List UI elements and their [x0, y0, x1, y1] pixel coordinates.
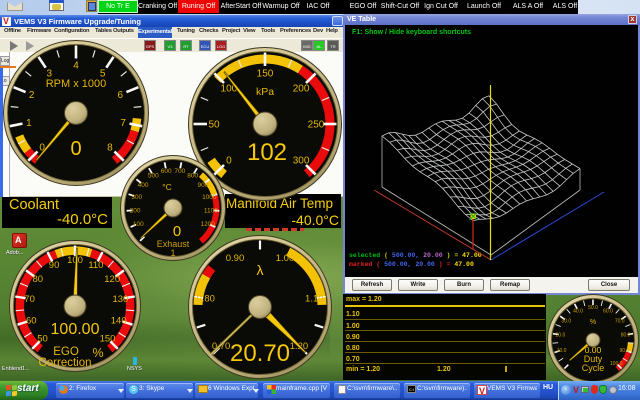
svg-text:250: 250: [308, 119, 325, 130]
svg-text:0: 0: [173, 223, 181, 240]
svg-text:7: 7: [120, 118, 126, 129]
svg-text:102: 102: [247, 139, 287, 166]
svg-text:700: 700: [174, 168, 185, 175]
svg-text:1.10: 1.10: [305, 294, 324, 305]
svg-text:140: 140: [111, 315, 127, 326]
svg-text:1000: 1000: [202, 194, 217, 201]
svg-text:110: 110: [88, 260, 103, 271]
svg-text:2: 2: [29, 90, 35, 101]
svg-text:80.0: 80.0: [621, 333, 631, 339]
svg-text:130: 130: [112, 294, 128, 305]
svg-text:8: 8: [107, 142, 113, 153]
svg-text:1: 1: [26, 118, 32, 129]
svg-text:Correction: Correction: [38, 357, 91, 369]
svg-text:60.0: 60.0: [603, 308, 613, 314]
svg-text:1: 1: [170, 248, 175, 258]
svg-text:200: 200: [130, 208, 141, 215]
svg-text:800: 800: [187, 173, 198, 180]
svg-text:50: 50: [208, 119, 220, 130]
svg-text:30.0: 30.0: [561, 318, 571, 324]
svg-text:10.0: 10.0: [557, 348, 567, 354]
svg-text:°C: °C: [162, 182, 172, 192]
svg-text:100.0: 100.0: [610, 361, 623, 367]
svg-text:70: 70: [24, 294, 35, 305]
svg-text:RPM x 1000: RPM x 1000: [46, 78, 107, 90]
svg-text:20.0: 20.0: [556, 333, 566, 339]
svg-text:80: 80: [33, 274, 44, 285]
svg-text:90: 90: [49, 260, 60, 271]
svg-text:300: 300: [293, 156, 310, 167]
svg-text:900: 900: [197, 182, 208, 189]
svg-text:60: 60: [26, 315, 37, 326]
svg-text:150: 150: [257, 68, 274, 79]
svg-text:70.0: 70.0: [615, 318, 625, 324]
svg-text:120: 120: [104, 274, 120, 285]
svg-text:100: 100: [133, 221, 144, 228]
svg-text:%: %: [92, 346, 103, 360]
svg-text:50: 50: [37, 334, 48, 345]
svg-text:1200: 1200: [200, 221, 215, 228]
svg-text:λ: λ: [257, 262, 264, 278]
svg-text:600: 600: [161, 168, 172, 175]
svg-text:100.00: 100.00: [51, 321, 100, 338]
svg-text:0: 0: [226, 156, 232, 167]
svg-text:20.70: 20.70: [230, 340, 290, 367]
svg-text:150: 150: [100, 334, 116, 345]
svg-text:0.80: 0.80: [196, 294, 215, 305]
svg-text:0: 0: [70, 138, 81, 160]
svg-text:1100: 1100: [204, 208, 218, 215]
svg-text:90.0: 90.0: [620, 348, 630, 354]
svg-text:6: 6: [118, 90, 124, 101]
svg-text:1.00: 1.00: [276, 253, 295, 264]
svg-text:0.90: 0.90: [226, 253, 245, 264]
svg-text:kPa: kPa: [256, 86, 274, 98]
svg-text:400: 400: [138, 182, 149, 189]
svg-text:300: 300: [131, 194, 142, 201]
svg-text:200: 200: [293, 83, 310, 94]
svg-text:Cycle: Cycle: [582, 363, 605, 373]
svg-text:4: 4: [73, 61, 79, 72]
svg-text:%: %: [590, 319, 596, 326]
svg-text:50.0: 50.0: [588, 305, 598, 311]
svg-text:40.0: 40.0: [573, 308, 583, 314]
svg-text:100: 100: [67, 255, 83, 266]
svg-text:500: 500: [148, 173, 159, 180]
